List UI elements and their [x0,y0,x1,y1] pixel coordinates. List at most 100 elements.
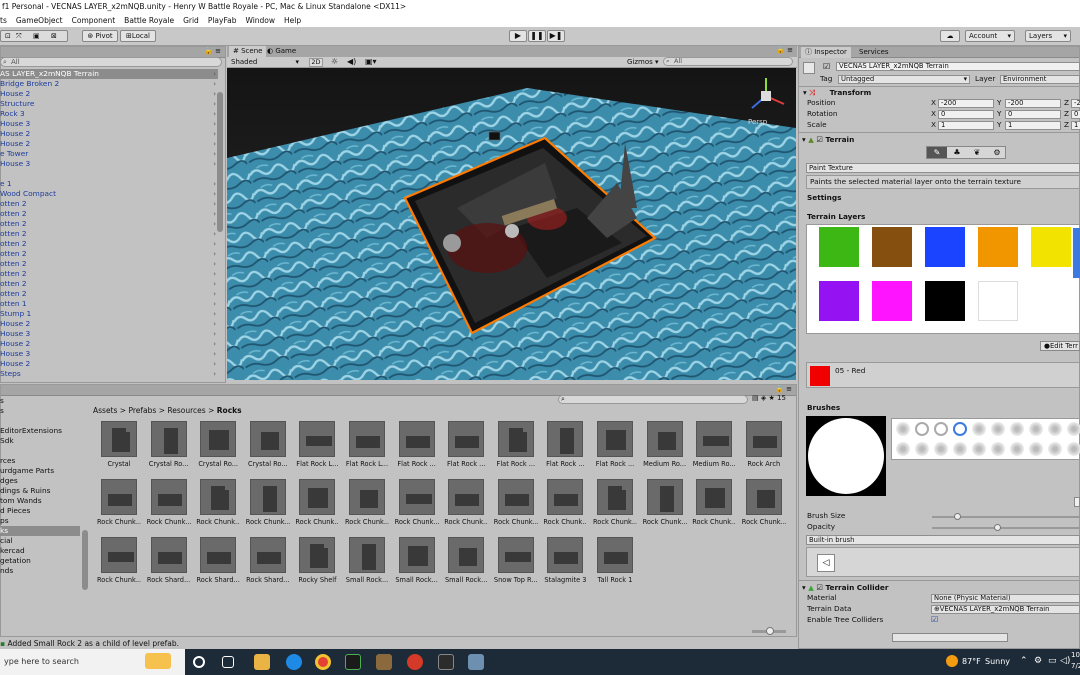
chevron-right-icon[interactable]: › [213,359,216,369]
folder-item[interactable]: getation [0,556,80,566]
hierarchy-item[interactable]: otten 2 › [0,259,218,269]
brush-shape-icon[interactable] [1067,422,1080,436]
terminal-icon[interactable] [345,654,361,670]
rect-tool-icon[interactable]: ⊡ [5,31,11,41]
asset-item[interactable]: Tall Rock 1 [593,537,637,584]
brush-size-slider[interactable] [932,513,1080,520]
tag-dropdown[interactable]: Untagged ▾ [838,75,970,84]
file-explorer-icon[interactable] [254,654,270,670]
favorite-icon[interactable]: ★ [768,394,774,402]
network-icon[interactable]: ▭ [1048,656,1057,666]
asset-item[interactable]: Rock Arch [742,421,786,468]
custom-tool-icon[interactable]: ⊠ [51,31,57,41]
chevron-right-icon[interactable]: › [213,249,216,259]
brush-shape-icon[interactable] [972,422,986,436]
chevron-right-icon[interactable]: › [213,129,216,139]
settings-gear-icon[interactable]: ⚙ [987,147,1007,158]
hierarchy-item[interactable]: House 3 › [0,349,218,359]
panel-menu-icon[interactable]: 🔒 ≡ [776,46,793,54]
hierarchy-item[interactable]: Bridge Broken 2 › [0,79,218,89]
tray-chevron-icon[interactable]: ⌃ [1020,656,1028,666]
chevron-right-icon[interactable]: › [213,119,216,129]
unity-logo-icon[interactable]: ◁ [817,554,835,572]
breadcrumb-resources[interactable]: Resources [167,406,205,415]
app-icon[interactable] [468,654,484,670]
panel-menu-icon[interactable]: 🔒 ≡ [204,47,221,55]
brush-shape-icon[interactable] [1029,442,1043,456]
hierarchy-search-input[interactable]: ⌕ All [0,57,222,67]
asset-item[interactable]: Rock Chunk... [345,479,389,526]
asset-item[interactable]: Rock Chunk... [295,479,339,526]
hierarchy-item[interactable]: otten 2 › [0,239,218,249]
hierarchy-item[interactable]: otten 2 › [0,279,218,289]
brush-shape-icon[interactable] [896,442,910,456]
hierarchy-item[interactable]: e Tower › [0,149,218,159]
folder-item[interactable]: kercad [0,546,80,556]
menu-gameobject[interactable]: GameObject [16,16,63,25]
asset-item[interactable]: Rock Chunk... [742,479,786,526]
collab-button[interactable]: ☁ [940,30,960,42]
brush-source-dropdown[interactable]: Built-in brush [806,535,1080,545]
asset-item[interactable]: Rock Chunk... [97,479,141,526]
brush-shape-icon[interactable] [1010,422,1024,436]
brush-shape-icon[interactable] [934,422,948,436]
toggle-2d-button[interactable]: 2D [309,58,323,67]
chrome-icon[interactable] [315,654,331,670]
brush-shape-icon[interactable] [972,442,986,456]
folder-item[interactable] [0,416,80,426]
chevron-right-icon[interactable]: › [213,189,216,199]
menu-window[interactable]: Window [245,16,275,25]
scale-z-field[interactable]: 1 [1071,121,1080,130]
folder-item[interactable]: nds [0,566,80,576]
chevron-right-icon[interactable]: › [213,349,216,359]
chevron-right-icon[interactable]: › [213,269,216,279]
menu-help[interactable]: Help [284,16,301,25]
collider-header[interactable]: ▾ ▲ ☑ Terrain Collider [802,583,888,593]
edge-icon[interactable] [286,654,302,670]
taskbar-search-box[interactable]: ype here to search [0,649,185,675]
layers-dropdown[interactable]: Layers ▾ [1025,30,1071,42]
project-search-input[interactable]: ⌕ [558,395,748,404]
asset-item[interactable]: Stalagmite 3 [543,537,587,584]
folder-item[interactable]: ps [0,516,80,526]
opacity-slider[interactable] [932,524,1080,531]
asset-item[interactable]: Rock Shard... [196,537,240,584]
account-dropdown[interactable]: Account ▾ [965,30,1015,42]
object-name-field[interactable]: VECNAS LAYER_x2mNQB Terrain [836,62,1080,71]
hierarchy-item[interactable]: Structure › [0,99,218,109]
asset-item[interactable]: Crystal Ro... [196,421,240,468]
gizmos-dropdown[interactable]: Gizmos ▾ [627,58,659,66]
breadcrumb-assets[interactable]: Assets [93,406,117,415]
hierarchy-scrollbar[interactable] [217,92,223,232]
brush-shape-icon[interactable] [991,442,1005,456]
chevron-right-icon[interactable]: › [213,229,216,239]
tab-inspector[interactable]: ⓘ Inspector [801,47,851,58]
rotation-z-field[interactable]: 0 [1071,110,1080,119]
hierarchy-item[interactable]: House 2 › [0,339,218,349]
terrain-enabled-checkbox[interactable]: ☑ [816,135,823,144]
brush-shape-icon[interactable] [1029,422,1043,436]
tree-colliders-checkbox[interactable]: ☑ [931,615,938,624]
hierarchy-item[interactable]: Rock 3 › [0,109,218,119]
folder-item[interactable]: tom Wands [0,496,80,506]
position-x-field[interactable]: -200 [938,99,994,108]
asset-item[interactable]: Flat Rock ... [593,421,637,468]
asset-item[interactable]: Snow Top R... [494,537,538,584]
hierarchy-item[interactable]: otten 2 › [0,199,218,209]
position-z-field[interactable]: -2 [1071,99,1080,108]
brush-menu-button[interactable] [1074,497,1080,507]
pause-button[interactable]: ❚❚ [528,30,546,42]
tree-icon[interactable]: ♣ [947,147,967,158]
opacity-thumb[interactable] [994,524,1001,531]
folder-item[interactable]: rces [0,456,80,466]
breadcrumb-rocks[interactable]: Rocks [217,406,242,415]
package-icon[interactable] [376,654,392,670]
hierarchy-item[interactable]: House 2 › [0,89,218,99]
hierarchy-item[interactable]: otten 2 › [0,249,218,259]
terrain-layer-swatch[interactable] [978,281,1018,321]
asset-item[interactable]: Crystal Ro... [246,421,290,468]
terrain-layer-swatch[interactable] [872,281,912,321]
transform-header[interactable]: ▾ ⤨ Transform [803,88,871,98]
audio-toggle-icon[interactable]: ◀) [347,57,356,66]
tab-game[interactable]: ◐ Game [263,46,300,57]
